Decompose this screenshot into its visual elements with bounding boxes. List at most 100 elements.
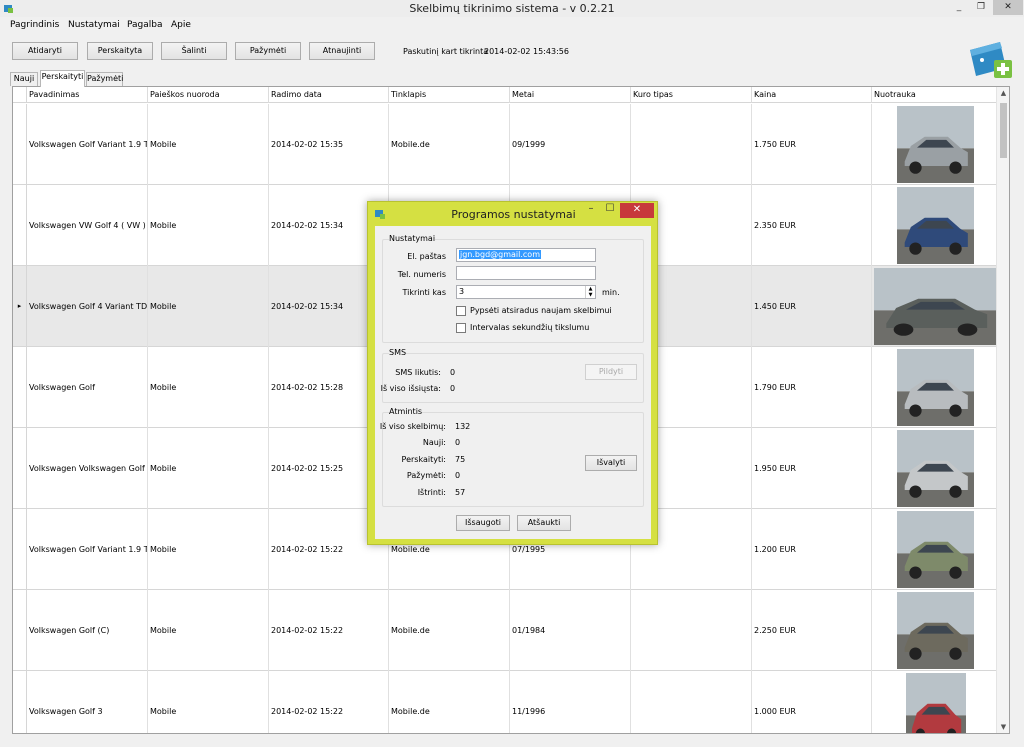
marked-count-label: Pažymėti:	[406, 471, 446, 480]
status-bar	[0, 736, 1024, 747]
cell-search-link: Mobile	[148, 590, 269, 671]
cell-found-date: 2014-02-02 15:35	[269, 104, 389, 185]
cell-price: 1.790 EUR	[752, 347, 872, 428]
row-header[interactable]	[13, 347, 27, 428]
table-header: Pavadinimas Paieškos nuoroda Radimo data…	[13, 87, 997, 103]
car-photo	[897, 106, 974, 183]
cell-search-link: Mobile	[148, 671, 269, 733]
cell-name: Volkswagen Golf 3	[27, 671, 148, 733]
cell-price: 1.450 EUR	[752, 266, 872, 347]
interval-unit: min.	[602, 288, 620, 297]
column-header-price[interactable]: Kaina	[752, 87, 872, 103]
tab-nauji[interactable]: Nauji	[10, 72, 38, 86]
stepper-arrows-icon[interactable]: ▲ ▼	[585, 286, 595, 298]
cell-photo	[872, 509, 997, 590]
beep-checkbox[interactable]	[456, 306, 466, 316]
delete-button[interactable]: Šalinti	[161, 42, 227, 60]
tab-pazymeti[interactable]: Pažymėti	[86, 72, 123, 86]
scroll-up-icon[interactable]: ▲	[997, 89, 1009, 97]
column-header-fuel[interactable]: Kuro tipas	[631, 87, 752, 103]
column-header-name[interactable]: Pavadinimas	[27, 87, 148, 103]
cell-name: Volkswagen Golf 4 Variant TDI...	[27, 266, 148, 347]
column-header-site[interactable]: Tinklapis	[389, 87, 510, 103]
cell-price: 1.750 EUR	[752, 104, 872, 185]
menu-apie[interactable]: Apie	[171, 20, 191, 30]
column-header-year[interactable]: Metai	[510, 87, 631, 103]
sms-left-label: SMS likutis:	[395, 368, 441, 377]
cell-price: 1.000 EUR	[752, 671, 872, 733]
restore-button[interactable]: ❐	[970, 0, 992, 15]
menu-nustatymai[interactable]: Nustatymai	[68, 20, 120, 30]
car-photo	[906, 673, 966, 733]
table-row[interactable]: Volkswagen Golf Variant 1.9 TDI Mobile 201…	[13, 104, 997, 185]
interval-stepper[interactable]: 3 ▲ ▼	[456, 285, 596, 299]
cell-search-link: Mobile	[148, 266, 269, 347]
cell-site: Mobile.de	[389, 104, 510, 185]
cell-fuel-type	[631, 590, 752, 671]
cell-found-date: 2014-02-02 15:22	[269, 590, 389, 671]
new-count-value: 0	[455, 438, 461, 447]
car-photo	[897, 511, 974, 588]
close-button[interactable]: ✕	[993, 0, 1023, 15]
email-field[interactable]: jgn.bgd@gmail.com	[456, 248, 596, 262]
table-row[interactable]: Volkswagen Golf 3 Mobile 2014-02-02 15:22 M…	[13, 671, 997, 733]
cancel-button[interactable]: Atšaukti	[517, 515, 571, 531]
title-bar: Skelbimų tikrinimo sistema - v 0.2.21 _ …	[0, 0, 1024, 17]
cell-search-link: Mobile	[148, 347, 269, 428]
seconds-checkbox[interactable]	[456, 323, 466, 333]
menu-pagalba[interactable]: Pagalba	[127, 20, 163, 30]
window-title: Skelbimų tikrinimo sistema - v 0.2.21	[409, 2, 615, 15]
cell-photo	[872, 671, 997, 733]
read-count-value: 75	[455, 455, 466, 464]
settings-group-label: Nustatymai	[389, 234, 436, 243]
cell-photo	[872, 347, 997, 428]
cell-found-date: 2014-02-02 15:22	[269, 671, 389, 733]
refresh-button[interactable]: Atnaujinti	[309, 42, 375, 60]
row-header[interactable]	[13, 590, 27, 671]
dialog-maximize-button[interactable]: ☐	[599, 202, 621, 218]
row-header[interactable]	[13, 509, 27, 590]
phone-field[interactable]	[456, 266, 596, 280]
current-row-arrow-icon[interactable]: ▸	[13, 266, 27, 347]
cell-photo	[872, 104, 997, 185]
cell-name: Volkswagen Golf Variant 1.9 TDI	[27, 104, 148, 185]
settings-dialog: Programos nustatymai – ☐ ✕ Nustatymai El…	[367, 201, 658, 545]
fill-button[interactable]: Pildyti	[585, 364, 637, 380]
last-checked-value: 2014-02-02 15:43:56	[484, 47, 569, 56]
minimize-button[interactable]: _	[948, 0, 970, 15]
row-header[interactable]	[13, 104, 27, 185]
scroll-down-icon[interactable]: ▼	[997, 723, 1009, 731]
cell-year: 01/1984	[510, 590, 631, 671]
cell-name: Volkswagen Volkswagen Golf V...	[27, 428, 148, 509]
row-header[interactable]	[13, 428, 27, 509]
cell-photo	[872, 266, 997, 347]
column-header-search[interactable]: Paieškos nuoroda	[148, 87, 269, 103]
open-button[interactable]: Atidaryti	[12, 42, 78, 60]
vertical-scrollbar[interactable]: ▲ ▼	[996, 87, 1009, 733]
car-photo	[897, 349, 974, 426]
cell-name: Volkswagen Golf	[27, 347, 148, 428]
cell-price: 1.200 EUR	[752, 509, 872, 590]
column-header-photo[interactable]: Nuotrauka	[872, 87, 997, 103]
column-header-date[interactable]: Radimo data	[269, 87, 389, 103]
email-label: El. paštas	[407, 252, 446, 261]
dialog-close-button[interactable]: ✕	[620, 203, 654, 218]
sms-group-label: SMS	[389, 348, 407, 357]
total-value: 132	[455, 422, 471, 431]
cell-photo	[872, 428, 997, 509]
row-header[interactable]	[13, 185, 27, 266]
save-button[interactable]: Išsaugoti	[456, 515, 510, 531]
table-row[interactable]: Volkswagen Golf (C) Mobile 2014-02-02 15:2…	[13, 590, 997, 671]
mark-button[interactable]: Pažymėti	[235, 42, 301, 60]
tab-perskaityti[interactable]: Perskaityti	[40, 70, 85, 87]
row-header[interactable]	[13, 671, 27, 733]
menu-pagrindinis[interactable]: Pagrindinis	[10, 20, 59, 30]
total-label: Iš viso skelbimų:	[379, 422, 446, 431]
mark-read-button[interactable]: Perskaityta	[87, 42, 153, 60]
cell-fuel-type	[631, 104, 752, 185]
car-photo	[897, 430, 974, 507]
scrollbar-thumb[interactable]	[1000, 103, 1007, 158]
dialog-body: Nustatymai El. paštas jgn.bgd@gmail.com …	[375, 226, 651, 539]
clear-button[interactable]: Išvalyti	[585, 455, 637, 471]
cell-price: 2.350 EUR	[752, 185, 872, 266]
